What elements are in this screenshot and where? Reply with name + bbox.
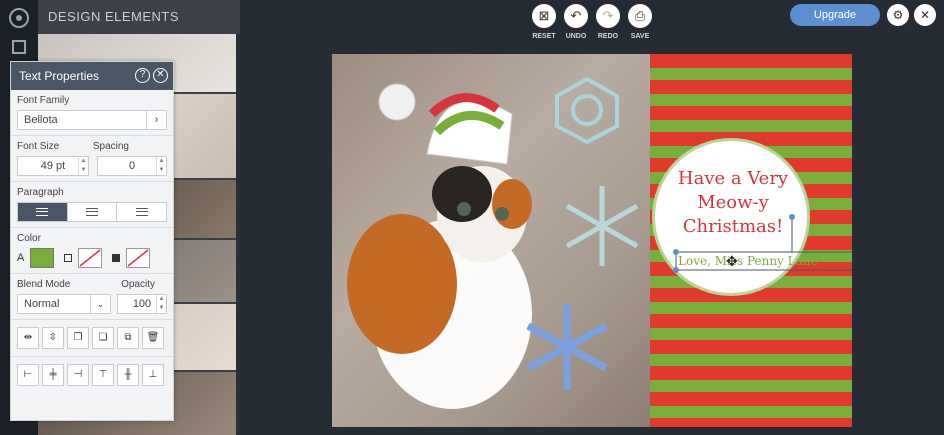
close-panel-icon[interactable]: ✕ bbox=[153, 68, 168, 83]
font-family-section: Font Family Bellota › bbox=[11, 90, 173, 136]
snowflake-icon[interactable] bbox=[522, 302, 612, 392]
text-properties-panel: Text Properties ? ✕ Font Family Bellota … bbox=[10, 61, 174, 421]
shadow-color-none[interactable] bbox=[126, 248, 151, 268]
reset-icon: ⊠ bbox=[532, 4, 556, 28]
paragraph-section: Paragraph bbox=[11, 182, 173, 228]
bring-forward-icon[interactable]: ❏ bbox=[92, 327, 114, 349]
save-button[interactable]: ⎙ SAVE bbox=[626, 4, 654, 40]
blend-mode-label: Blend Mode bbox=[17, 279, 71, 290]
snowflake-icon[interactable] bbox=[562, 184, 642, 269]
chevron-right-icon[interactable]: › bbox=[146, 111, 166, 129]
font-family-label: Font Family bbox=[17, 95, 70, 106]
duplicate-icon[interactable]: ⧉ bbox=[117, 327, 139, 349]
align-right-button[interactable] bbox=[117, 203, 167, 221]
font-size-value: 49 pt bbox=[40, 160, 66, 172]
save-label: SAVE bbox=[630, 33, 650, 40]
align-center-icon bbox=[86, 208, 98, 216]
font-size-stepper[interactable]: ▲ ▼ bbox=[78, 157, 88, 175]
stroke-icon bbox=[64, 254, 73, 262]
opacity-stepper[interactable]: ▲ ▼ bbox=[156, 295, 166, 313]
align-bottom-icon[interactable]: ⊥ bbox=[142, 364, 164, 386]
text-properties-title: Text Properties bbox=[19, 69, 100, 83]
spacing-value: 0 bbox=[128, 160, 136, 172]
paragraph-alignment bbox=[17, 202, 167, 222]
save-icon: ⎙ bbox=[628, 4, 652, 28]
spacing-input[interactable]: 0 ▲ ▼ bbox=[97, 156, 167, 176]
reset-button[interactable]: ⊠ RESET bbox=[530, 4, 558, 40]
align-left-edge-icon[interactable]: ⊢ bbox=[17, 364, 39, 386]
shadow-icon bbox=[112, 254, 121, 262]
snowflake-icon[interactable] bbox=[542, 74, 632, 144]
text-properties-header: Text Properties ? ✕ bbox=[11, 62, 173, 90]
blend-mode-select[interactable]: Normal ⌄ bbox=[17, 294, 111, 314]
opacity-value: 100 bbox=[132, 298, 152, 310]
spacing-label: Spacing bbox=[92, 141, 129, 152]
help-icon[interactable]: ? bbox=[135, 68, 150, 83]
redo-button[interactable]: ↷ REDO bbox=[594, 4, 622, 40]
arrange-toolbar: ⇹ ⇳ ❐ ❏ ⧉ 🗑 bbox=[11, 320, 173, 357]
flip-vertical-icon[interactable]: ⇳ bbox=[42, 327, 64, 349]
layout-icon[interactable] bbox=[12, 40, 26, 54]
panel-scrollbar[interactable] bbox=[236, 34, 240, 435]
blend-section: Blend Mode Opacity Normal ⌄ 100 ▲ ▼ bbox=[11, 274, 173, 320]
gear-icon[interactable]: ⚙ bbox=[887, 4, 909, 26]
trash-icon[interactable]: 🗑 bbox=[142, 327, 164, 349]
align-top-icon[interactable]: ⊤ bbox=[92, 364, 114, 386]
align-right-edge-icon[interactable]: ⊣ bbox=[67, 364, 89, 386]
flip-horizontal-icon[interactable]: ⇹ bbox=[17, 327, 39, 349]
cat-photo[interactable] bbox=[332, 54, 650, 427]
design-elements-title: DESIGN ELEMENTS bbox=[38, 0, 240, 34]
size-spacing-section: Font Size Spacing 49 pt ▲ ▼ 0 ▲ ▼ bbox=[11, 136, 173, 182]
text-selection-box[interactable]: ✥ bbox=[668, 214, 852, 274]
align-toolbar: ⊢ ╪ ⊣ ⊤ ╫ ⊥ bbox=[11, 357, 173, 393]
close-icon[interactable]: ✕ bbox=[914, 4, 936, 26]
align-center-button[interactable] bbox=[67, 203, 118, 221]
font-size-label: Font Size bbox=[17, 141, 60, 152]
blend-mode-value: Normal bbox=[24, 298, 60, 310]
color-section: Color A bbox=[11, 228, 173, 274]
align-h-center-icon[interactable]: ╪ bbox=[42, 364, 64, 386]
text-color-label: A bbox=[17, 252, 25, 264]
svg-text:✥: ✥ bbox=[726, 253, 738, 269]
undo-button[interactable]: ↶ UNDO bbox=[562, 4, 590, 40]
color-label: Color bbox=[17, 233, 41, 244]
undo-icon: ↶ bbox=[564, 4, 588, 28]
app-logo-icon[interactable] bbox=[9, 8, 29, 28]
font-family-select[interactable]: Bellota › bbox=[17, 110, 167, 130]
text-color-swatch[interactable] bbox=[30, 248, 55, 268]
paragraph-label: Paragraph bbox=[17, 187, 64, 198]
upgrade-button[interactable]: Upgrade bbox=[790, 4, 880, 26]
align-v-center-icon[interactable]: ╫ bbox=[117, 364, 139, 386]
align-right-icon bbox=[135, 208, 148, 216]
send-backward-icon[interactable]: ❐ bbox=[67, 327, 89, 349]
stroke-color-none[interactable] bbox=[78, 248, 103, 268]
align-left-button[interactable] bbox=[18, 203, 68, 221]
align-left-icon bbox=[36, 208, 49, 216]
chevron-down-icon[interactable]: ⌄ bbox=[90, 295, 110, 313]
spacing-stepper[interactable]: ▲ ▼ bbox=[156, 157, 166, 175]
opacity-input[interactable]: 100 ▲ ▼ bbox=[117, 294, 167, 314]
font-family-value: Bellota bbox=[24, 114, 58, 126]
design-canvas[interactable]: Have a Very Meow-y Christmas! Love, Miss… bbox=[332, 54, 852, 427]
opacity-label: Opacity bbox=[121, 279, 155, 290]
redo-icon: ↷ bbox=[596, 4, 620, 28]
font-size-input[interactable]: 49 pt ▲ ▼ bbox=[17, 156, 89, 176]
